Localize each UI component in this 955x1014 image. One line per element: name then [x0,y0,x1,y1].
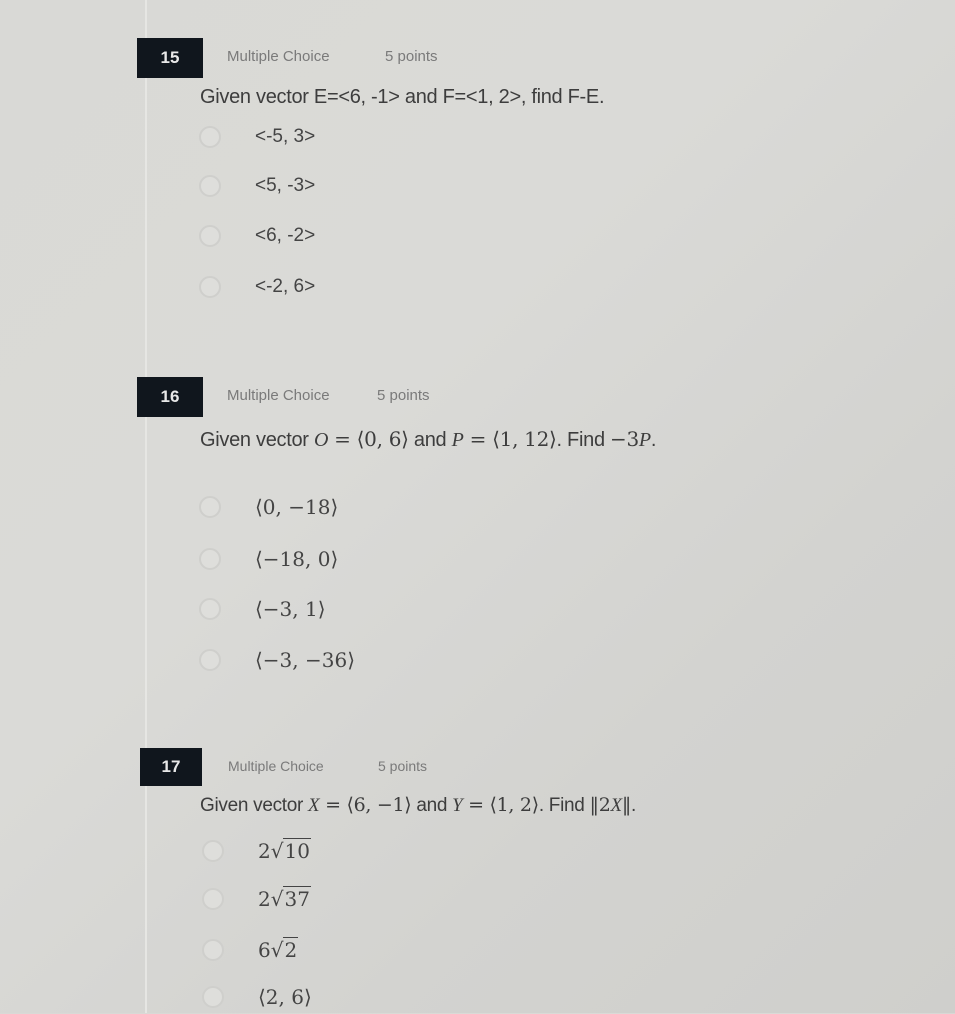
answer-option-label: ⟨−18, 0⟩ [255,547,339,571]
prompt-text: . Find [538,795,590,816]
answer-option-label: <5, -3> [255,175,316,196]
radio-button[interactable] [199,598,221,620]
question-prompt: Given vector O = ⟨0, 6⟩ and P = ⟨1, 12⟩.… [200,427,656,452]
radio-button[interactable] [202,939,224,961]
math-expression: −3 [610,427,639,451]
radio-button[interactable] [199,175,221,197]
radio-button[interactable] [199,126,221,148]
prompt-text: Given vector [200,795,309,816]
answer-option[interactable]: ⟨−3, 1⟩ [199,592,326,626]
radio-button[interactable] [199,496,221,518]
question-type-label: Multiple Choice [228,758,324,774]
prompt-text: and [411,795,453,816]
question-number-badge: 17 [140,748,202,786]
vector-value: ⟨0, 6⟩ [356,427,409,451]
question-type-label: Multiple Choice [227,48,330,65]
answer-option[interactable]: <6, -2> [199,219,315,253]
prompt-text: . [631,795,637,816]
radio-button[interactable] [199,276,221,298]
vector-name: X [308,795,320,816]
answer-option-label: <-2, 6> [255,276,316,297]
answer-option[interactable]: 6√2 [202,933,299,967]
answer-option-label: <-5, 3> [255,126,316,147]
norm-open: ‖2 [589,794,611,816]
math-equals: = [319,794,347,816]
answer-option-label: <6, -2> [255,225,316,246]
radio-button[interactable] [199,548,221,570]
math-equals: = [328,427,357,451]
coefficient: 6 [258,938,271,962]
coefficient: 2 [258,887,271,911]
square-root: √10 [270,838,311,863]
radicand: 37 [283,886,311,911]
question-number-badge: 16 [137,377,203,417]
coefficient: 2 [258,839,271,863]
square-root: √2 [270,937,299,962]
math-equals: = [463,427,493,451]
vector-value: ⟨6, −1⟩ [346,794,412,816]
vector-value: ⟨1, 12⟩ [492,427,557,451]
question-number-badge: 15 [137,38,203,78]
vector-name: Y [452,795,463,816]
question-points-label: 5 points [378,758,428,774]
math-equals: = [462,794,490,816]
answer-option-label: ⟨0, −18⟩ [255,495,339,519]
answer-option-label: ⟨2, 6⟩ [258,985,312,1009]
prompt-text: Given vector [200,429,314,451]
answer-option[interactable]: <-5, 3> [199,120,315,154]
norm-close: ‖ [621,794,632,816]
prompt-text: and [408,429,452,451]
answer-option-label: 6√2 [258,937,299,962]
square-root: √37 [270,886,311,911]
answer-option-label: ⟨−3, 1⟩ [255,597,326,621]
answer-option[interactable]: ⟨2, 6⟩ [202,980,312,1014]
vector-value: ⟨1, 2⟩ [489,794,540,816]
answer-option[interactable]: ⟨0, −18⟩ [199,490,338,524]
answer-option[interactable]: <5, -3> [199,169,315,203]
question-type-label: Multiple Choice [227,387,330,404]
vector-name: P [638,429,651,451]
answer-option[interactable]: 2√10 [202,834,311,868]
answer-option[interactable]: ⟨−18, 0⟩ [199,542,338,576]
vector-name: O [313,429,329,451]
radicand: 2 [283,937,299,962]
answer-option[interactable]: ⟨−3, −36⟩ [199,643,355,677]
vector-name: X [610,795,623,816]
answer-option[interactable]: <-2, 6> [199,270,315,304]
question-list-rail [145,0,147,1013]
radio-button[interactable] [202,986,224,1008]
question-prompt: Given vector X = ⟨6, −1⟩ and Y = ⟨1, 2⟩.… [200,794,636,817]
radio-button[interactable] [202,840,224,862]
question-prompt: Given vector E=<6, -1> and F=<1, 2>, fin… [200,86,605,108]
radicand: 10 [283,838,311,863]
answer-option-label: ⟨−3, −36⟩ [255,648,356,672]
answer-option[interactable]: 2√37 [202,882,311,916]
prompt-text: . Find [556,429,611,451]
question-points-label: 5 points [377,387,430,404]
radio-button[interactable] [199,225,221,247]
question-points-label: 5 points [385,48,438,65]
radio-button[interactable] [202,888,224,910]
prompt-text: . [650,429,657,451]
answer-option-label: 2√10 [258,838,311,863]
answer-option-label: 2√37 [258,886,311,911]
radio-button[interactable] [199,649,221,671]
vector-name: P [451,429,464,451]
